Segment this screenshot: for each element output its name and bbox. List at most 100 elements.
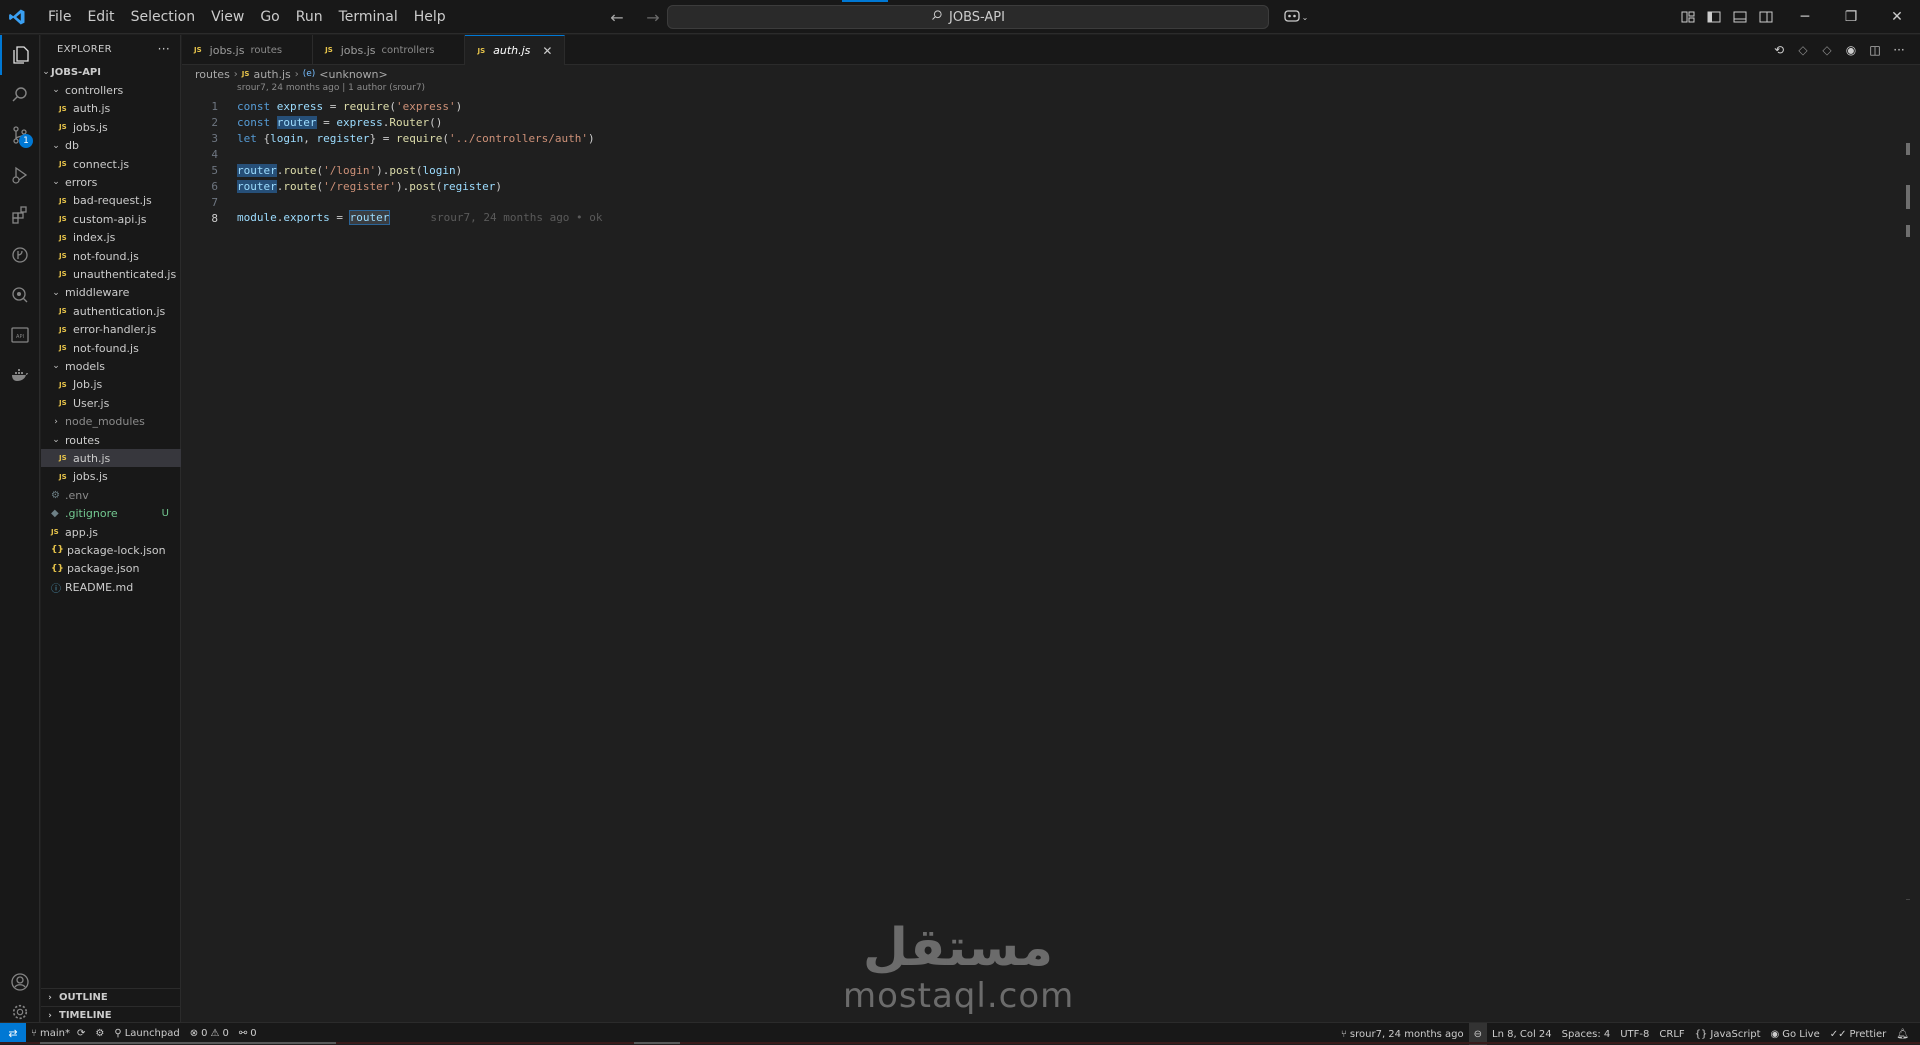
watermark-arabic: مستقل	[862, 918, 1055, 978]
file-item[interactable]: ⚙ .env	[41, 486, 181, 504]
menu-terminal[interactable]: Terminal	[331, 4, 406, 30]
folder-item[interactable]: › node_modules	[41, 413, 181, 431]
back-arrow-icon[interactable]: ←	[606, 5, 628, 29]
api-icon[interactable]: API	[0, 315, 40, 355]
folder-item[interactable]: ⌄ routes	[41, 431, 181, 449]
tab-label: jobs.js	[209, 43, 245, 57]
file-item[interactable]: JS index.js	[41, 229, 181, 247]
ports-icon: ⚯	[238, 1028, 248, 1039]
toggle-panel-icon[interactable]	[1730, 5, 1750, 29]
error-count: 0	[201, 1028, 208, 1039]
breadcrumb-folder[interactable]: routes	[195, 68, 230, 81]
file-item[interactable]: JS unauthenticated.js	[41, 265, 181, 283]
restore-icon[interactable]: ❐	[1828, 0, 1874, 34]
gitlens-inspect-icon[interactable]: ◉	[1842, 40, 1860, 60]
next-change-icon[interactable]: ◇	[1818, 40, 1836, 60]
menu-view[interactable]: View	[203, 4, 252, 30]
folder-item[interactable]: ⌄ errors	[41, 173, 181, 191]
file-item[interactable]: JS jobs.js	[41, 468, 181, 486]
scrollbar[interactable]	[1902, 119, 1912, 939]
info-icon: ⓘ	[51, 583, 61, 595]
previous-change-icon[interactable]: ◇	[1794, 40, 1812, 60]
folder-item[interactable]: ⌄ controllers	[41, 81, 181, 99]
file-item[interactable]: JS custom-api.js	[41, 210, 181, 228]
breadcrumb: routes › JS auth.js › (e) <unknown>	[182, 65, 1920, 83]
chevron-right-icon: ›	[294, 68, 299, 80]
js-file-icon: JS	[59, 196, 67, 205]
file-item[interactable]: ⓘ README.md	[41, 578, 181, 596]
menu-run[interactable]: Run	[288, 4, 331, 30]
remote-indicator-icon[interactable]: ⇄	[0, 1023, 26, 1044]
tree-item-label: auth.js	[73, 451, 111, 465]
tree-item-label: error-handler.js	[73, 323, 157, 337]
file-item[interactable]: JS error-handler.js	[41, 321, 181, 339]
source-control-badge: 1	[19, 134, 33, 148]
menu-help[interactable]: Help	[406, 4, 454, 30]
workspace-root[interactable]: ⌄ JOBS-API	[41, 63, 181, 81]
close-icon[interactable]: ✕	[1874, 0, 1920, 34]
js-file-icon: JS	[59, 270, 67, 279]
breadcrumb-symbol[interactable]: <unknown>	[319, 68, 387, 81]
forward-arrow-icon[interactable]: →	[642, 5, 664, 29]
tab-auth-js[interactable]: JS auth.js ✕	[465, 35, 566, 65]
gear-icon[interactable]	[0, 1002, 40, 1022]
tree-item-label: unauthenticated.js	[73, 267, 177, 281]
copilot-button[interactable]: ⌄	[1280, 6, 1312, 28]
menu-selection[interactable]: Selection	[123, 4, 204, 30]
explorer-icon[interactable]	[0, 35, 40, 75]
customize-layout-icon[interactable]	[1678, 5, 1698, 29]
file-item[interactable]: ◆ .gitignore U	[41, 505, 181, 523]
menu-go[interactable]: Go	[252, 4, 287, 30]
js-file-icon: JS	[59, 399, 67, 408]
toggle-primary-sidebar-icon[interactable]	[1704, 5, 1724, 29]
toggle-secondary-sidebar-icon[interactable]	[1756, 5, 1776, 29]
tree-item-label: custom-api.js	[73, 212, 147, 226]
folder-item[interactable]: ⌄ db	[41, 137, 181, 155]
file-item[interactable]: {} package.json	[41, 560, 181, 578]
account-icon[interactable]	[0, 962, 40, 1002]
search-icon[interactable]	[0, 75, 40, 115]
progress-indicator	[842, 0, 888, 2]
docker-icon[interactable]	[0, 355, 40, 395]
file-item[interactable]: JS authentication.js	[41, 302, 181, 320]
outline-section[interactable]: › OUTLINE	[41, 988, 181, 1006]
more-actions-icon[interactable]: ···	[1890, 40, 1908, 60]
extensions-icon[interactable]	[0, 195, 40, 235]
file-item[interactable]: JS User.js	[41, 394, 181, 412]
folder-item[interactable]: ⌄ models	[41, 357, 181, 375]
file-item[interactable]: {} package-lock.json	[41, 541, 181, 559]
file-item[interactable]: JS bad-request.js	[41, 192, 181, 210]
gitlens-icon[interactable]	[0, 235, 40, 275]
file-item[interactable]: JS Job.js	[41, 376, 181, 394]
tree-item-label: Job.js	[73, 378, 103, 392]
file-item[interactable]: JS app.js	[41, 523, 181, 541]
close-icon[interactable]: ✕	[542, 44, 552, 58]
tree-item-label: README.md	[65, 580, 134, 594]
tab-jobs-routes[interactable]: JS jobs.js routes	[182, 35, 314, 65]
command-center-search[interactable]: JOBS-API	[667, 0, 1269, 29]
file-item[interactable]: JS connect.js	[41, 155, 181, 173]
menu-edit[interactable]: Edit	[79, 4, 122, 30]
open-changes-icon[interactable]: ⟲	[1770, 40, 1788, 60]
run-debug-icon[interactable]	[0, 155, 40, 195]
folder-item[interactable]: ⌄ middleware	[41, 284, 181, 302]
source-control-icon[interactable]: 1	[0, 115, 40, 155]
remote-explorer-icon[interactable]	[0, 275, 40, 315]
js-file-icon: JS	[51, 528, 59, 536]
workspace-root-label: JOBS-API	[51, 66, 101, 78]
file-item[interactable]: JS jobs.js	[41, 118, 181, 136]
file-item[interactable]: JS auth.js	[41, 100, 181, 118]
js-file-icon: JS	[59, 380, 67, 389]
more-actions-icon[interactable]: ···	[158, 42, 170, 56]
code-text: let {login, register} = require('../cont…	[237, 131, 595, 145]
file-item[interactable]: JS auth.js	[41, 449, 181, 468]
file-item[interactable]: JS not-found.js	[41, 339, 181, 357]
file-item[interactable]: JS not-found.js	[41, 247, 181, 265]
minimize-icon[interactable]: ─	[1782, 0, 1828, 34]
breadcrumb-file[interactable]: auth.js	[253, 68, 290, 81]
split-editor-icon[interactable]: ◫	[1866, 40, 1884, 60]
sync-icon: ⟳	[77, 1028, 86, 1039]
codelens-blame[interactable]: srour7, 24 months ago | 1 author (srour7…	[237, 83, 425, 93]
tab-jobs-controllers[interactable]: JS jobs.js controllers	[313, 35, 466, 65]
menu-file[interactable]: File	[40, 4, 79, 30]
